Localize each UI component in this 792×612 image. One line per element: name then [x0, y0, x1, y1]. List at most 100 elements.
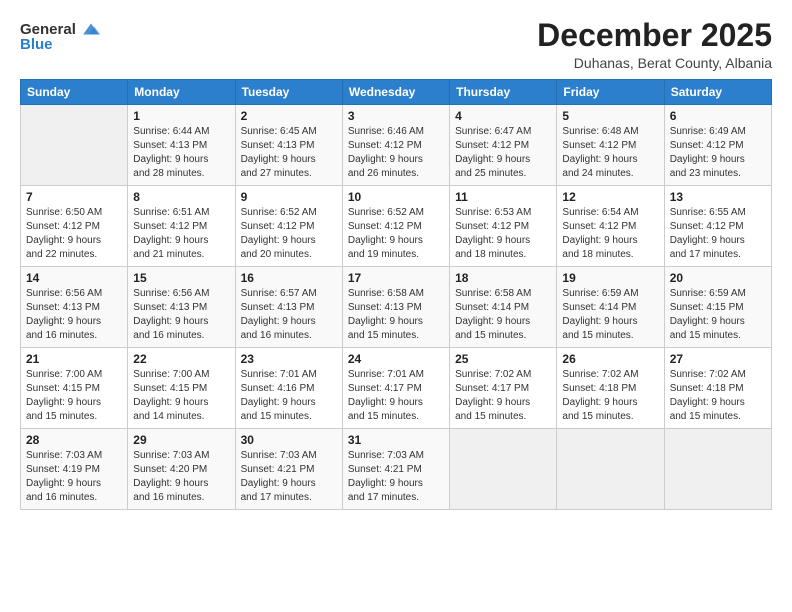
day-number: 15 — [133, 271, 229, 285]
day-number: 16 — [241, 271, 337, 285]
day-info: Sunrise: 6:56 AM Sunset: 4:13 PM Dayligh… — [26, 287, 122, 343]
day-number: 29 — [133, 433, 229, 447]
weekday-header-thursday: Thursday — [450, 80, 557, 105]
day-info: Sunrise: 6:51 AM Sunset: 4:12 PM Dayligh… — [133, 206, 229, 262]
calendar-cell: 16 Sunrise: 6:57 AM Sunset: 4:13 PM Dayli… — [235, 267, 342, 348]
calendar-cell: 19 Sunrise: 6:59 AM Sunset: 4:14 PM Dayli… — [557, 267, 664, 348]
logo: General Blue — [20, 18, 102, 53]
day-info: Sunrise: 6:44 AM Sunset: 4:13 PM Dayligh… — [133, 125, 229, 181]
day-info: Sunrise: 6:54 AM Sunset: 4:12 PM Dayligh… — [562, 206, 658, 262]
calendar-cell: 2Sunrise: 6:45 AM Sunset: 4:13 PM Daylig… — [235, 105, 342, 186]
day-number: 12 — [562, 190, 658, 204]
calendar-cell: 18Sunrise: 6:58 AM Sunset: 4:14 PM Dayli… — [450, 267, 557, 348]
day-number: 26 — [562, 352, 658, 366]
calendar-cell: 15 Sunrise: 6:56 AM Sunset: 4:13 PM Dayli… — [128, 267, 235, 348]
calendar-week-row: 1 Sunrise: 6:44 AM Sunset: 4:13 PM Daylig… — [21, 105, 772, 186]
day-number: 2 — [241, 109, 337, 123]
calendar-cell: 14 Sunrise: 6:56 AM Sunset: 4:13 PM Dayli… — [21, 267, 128, 348]
day-info: Sunrise: 7:01 AM Sunset: 4:17 PM Dayligh… — [348, 368, 444, 424]
calendar-cell: 28Sunrise: 7:03 AM Sunset: 4:19 PM Dayli… — [21, 429, 128, 510]
calendar-cell: 7 Sunrise: 6:50 AM Sunset: 4:12 PM Daylig… — [21, 186, 128, 267]
day-info: Sunrise: 6:53 AM Sunset: 4:12 PM Dayligh… — [455, 206, 551, 262]
day-info: Sunrise: 6:46 AM Sunset: 4:12 PM Dayligh… — [348, 125, 444, 181]
weekday-header-tuesday: Tuesday — [235, 80, 342, 105]
day-info: Sunrise: 6:49 AM Sunset: 4:12 PM Dayligh… — [670, 125, 766, 181]
weekday-header-saturday: Saturday — [664, 80, 771, 105]
day-number: 22 — [133, 352, 229, 366]
day-number: 1 — [133, 109, 229, 123]
day-number: 4 — [455, 109, 551, 123]
day-number: 27 — [670, 352, 766, 366]
day-info: Sunrise: 6:58 AM Sunset: 4:13 PM Dayligh… — [348, 287, 444, 343]
day-number: 25 — [455, 352, 551, 366]
weekday-header-row: SundayMondayTuesdayWednesdayThursdayFrid… — [21, 80, 772, 105]
calendar-week-row: 28Sunrise: 7:03 AM Sunset: 4:19 PM Dayli… — [21, 429, 772, 510]
weekday-header-monday: Monday — [128, 80, 235, 105]
day-info: Sunrise: 6:52 AM Sunset: 4:12 PM Dayligh… — [241, 206, 337, 262]
calendar-cell: 21 Sunrise: 7:00 AM Sunset: 4:15 PM Dayli… — [21, 348, 128, 429]
day-number: 14 — [26, 271, 122, 285]
day-info: Sunrise: 6:57 AM Sunset: 4:13 PM Dayligh… — [241, 287, 337, 343]
calendar-cell: 1 Sunrise: 6:44 AM Sunset: 4:13 PM Daylig… — [128, 105, 235, 186]
calendar-cell: 9 Sunrise: 6:52 AM Sunset: 4:12 PM Daylig… — [235, 186, 342, 267]
day-info: Sunrise: 6:50 AM Sunset: 4:12 PM Dayligh… — [26, 206, 122, 262]
calendar-cell: 27Sunrise: 7:02 AM Sunset: 4:18 PM Dayli… — [664, 348, 771, 429]
weekday-header-friday: Friday — [557, 80, 664, 105]
day-number: 19 — [562, 271, 658, 285]
day-info: Sunrise: 7:02 AM Sunset: 4:18 PM Dayligh… — [562, 368, 658, 424]
day-number: 3 — [348, 109, 444, 123]
day-info: Sunrise: 7:00 AM Sunset: 4:15 PM Dayligh… — [26, 368, 122, 424]
weekday-header-sunday: Sunday — [21, 80, 128, 105]
calendar-cell: 6 Sunrise: 6:49 AM Sunset: 4:12 PM Daylig… — [664, 105, 771, 186]
calendar-cell: 26 Sunrise: 7:02 AM Sunset: 4:18 PM Dayli… — [557, 348, 664, 429]
day-number: 8 — [133, 190, 229, 204]
logo-general-text: General — [20, 21, 76, 38]
day-info: Sunrise: 6:48 AM Sunset: 4:12 PM Dayligh… — [562, 125, 658, 181]
logo-blue-text: Blue — [20, 36, 102, 53]
calendar-cell: 22Sunrise: 7:00 AM Sunset: 4:15 PM Dayli… — [128, 348, 235, 429]
calendar-cell: 24 Sunrise: 7:01 AM Sunset: 4:17 PM Dayli… — [342, 348, 449, 429]
day-number: 21 — [26, 352, 122, 366]
day-number: 13 — [670, 190, 766, 204]
calendar-cell: 4 Sunrise: 6:47 AM Sunset: 4:12 PM Daylig… — [450, 105, 557, 186]
calendar-cell — [664, 429, 771, 510]
day-info: Sunrise: 6:59 AM Sunset: 4:14 PM Dayligh… — [562, 287, 658, 343]
weekday-header-wednesday: Wednesday — [342, 80, 449, 105]
day-number: 6 — [670, 109, 766, 123]
day-number: 17 — [348, 271, 444, 285]
calendar-cell: 30 Sunrise: 7:03 AM Sunset: 4:21 PM Dayli… — [235, 429, 342, 510]
day-info: Sunrise: 6:47 AM Sunset: 4:12 PM Dayligh… — [455, 125, 551, 181]
day-info: Sunrise: 6:55 AM Sunset: 4:12 PM Dayligh… — [670, 206, 766, 262]
day-number: 20 — [670, 271, 766, 285]
location-subtitle: Duhanas, Berat County, Albania — [537, 55, 772, 71]
calendar-cell: 5 Sunrise: 6:48 AM Sunset: 4:12 PM Daylig… — [557, 105, 664, 186]
day-number: 24 — [348, 352, 444, 366]
day-number: 9 — [241, 190, 337, 204]
day-number: 30 — [241, 433, 337, 447]
day-info: Sunrise: 6:59 AM Sunset: 4:15 PM Dayligh… — [670, 287, 766, 343]
calendar-cell: 17 Sunrise: 6:58 AM Sunset: 4:13 PM Dayli… — [342, 267, 449, 348]
day-number: 5 — [562, 109, 658, 123]
calendar-cell: 31Sunrise: 7:03 AM Sunset: 4:21 PM Dayli… — [342, 429, 449, 510]
calendar-cell: 10Sunrise: 6:52 AM Sunset: 4:12 PM Dayli… — [342, 186, 449, 267]
day-info: Sunrise: 7:03 AM Sunset: 4:20 PM Dayligh… — [133, 449, 229, 505]
calendar-week-row: 14 Sunrise: 6:56 AM Sunset: 4:13 PM Dayli… — [21, 267, 772, 348]
calendar-cell: 3 Sunrise: 6:46 AM Sunset: 4:12 PM Daylig… — [342, 105, 449, 186]
calendar-cell — [557, 429, 664, 510]
day-number: 11 — [455, 190, 551, 204]
calendar-cell — [450, 429, 557, 510]
calendar-cell: 13 Sunrise: 6:55 AM Sunset: 4:12 PM Dayli… — [664, 186, 771, 267]
day-info: Sunrise: 7:02 AM Sunset: 4:17 PM Dayligh… — [455, 368, 551, 424]
calendar-cell — [21, 105, 128, 186]
day-info: Sunrise: 6:56 AM Sunset: 4:13 PM Dayligh… — [133, 287, 229, 343]
calendar-cell: 29 Sunrise: 7:03 AM Sunset: 4:20 PM Dayli… — [128, 429, 235, 510]
day-info: Sunrise: 7:03 AM Sunset: 4:21 PM Dayligh… — [241, 449, 337, 505]
calendar-table: SundayMondayTuesdayWednesdayThursdayFrid… — [20, 79, 772, 510]
month-title: December 2025 — [537, 18, 772, 53]
calendar-cell: 12 Sunrise: 6:54 AM Sunset: 4:12 PM Dayli… — [557, 186, 664, 267]
calendar-week-row: 21 Sunrise: 7:00 AM Sunset: 4:15 PM Dayli… — [21, 348, 772, 429]
day-number: 7 — [26, 190, 122, 204]
calendar-cell: 20 Sunrise: 6:59 AM Sunset: 4:15 PM Dayli… — [664, 267, 771, 348]
calendar-week-row: 7 Sunrise: 6:50 AM Sunset: 4:12 PM Daylig… — [21, 186, 772, 267]
day-info: Sunrise: 7:03 AM Sunset: 4:21 PM Dayligh… — [348, 449, 444, 505]
